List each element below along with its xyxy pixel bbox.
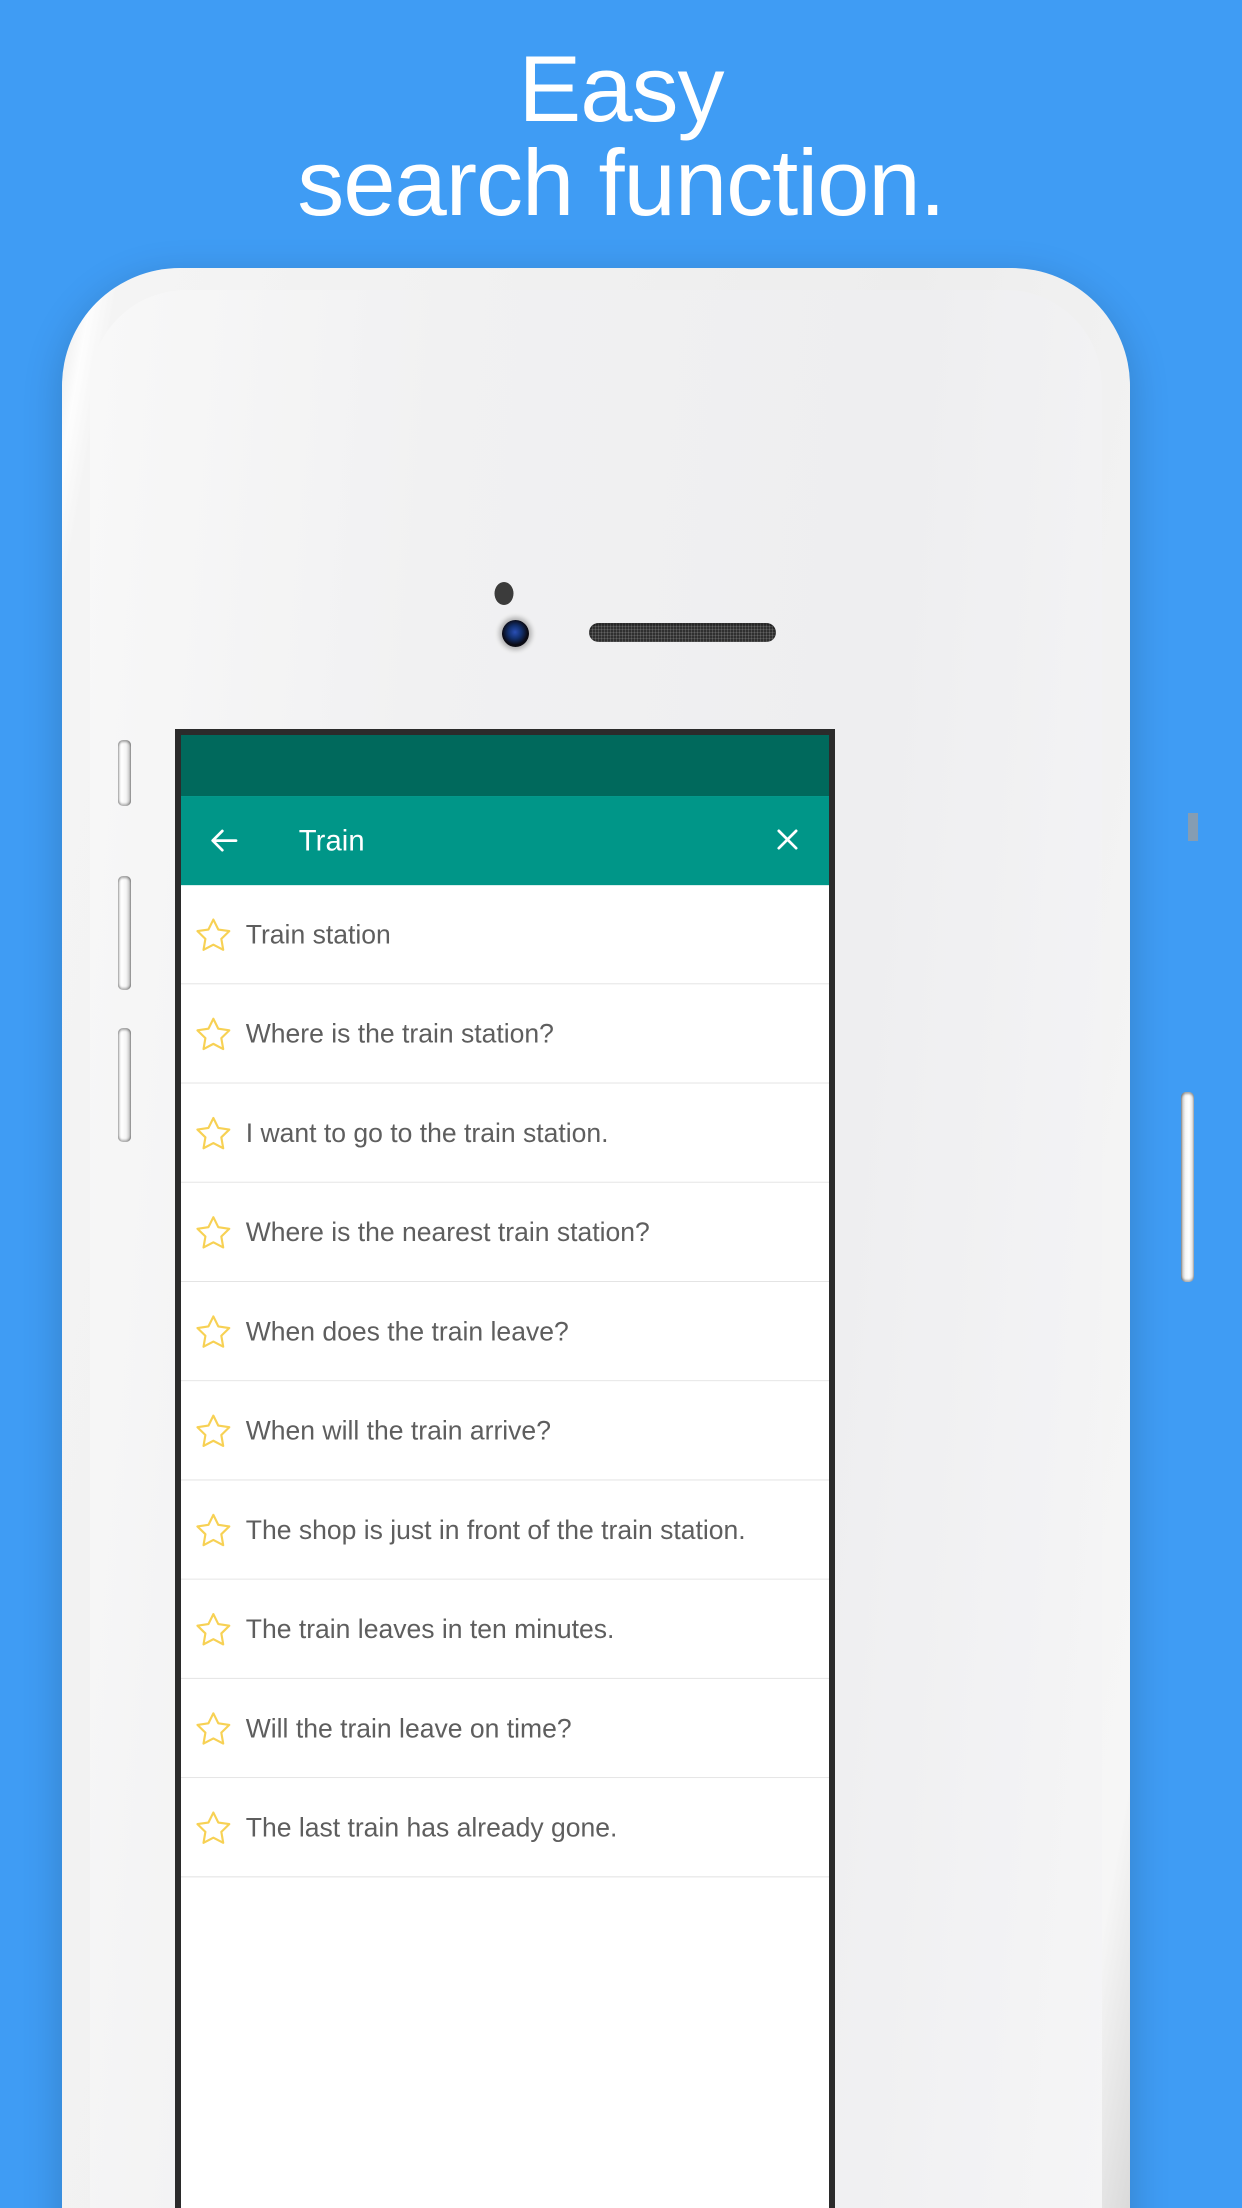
list-item[interactable]: Where is the train station?: [181, 984, 829, 1084]
list-item[interactable]: When will the train arrive?: [181, 1381, 829, 1481]
list-item-label: When does the train leave?: [245, 1316, 569, 1346]
list-item[interactable]: Where is the nearest train station?: [181, 1182, 829, 1283]
phone-screen: Train Train station Where is the train st…: [175, 729, 835, 2208]
favorite-star-button[interactable]: [181, 1213, 246, 1251]
list-item[interactable]: Will the train leave on time?: [181, 1678, 829, 1779]
list-item-label: Where is the train station?: [245, 1018, 554, 1049]
front-camera-icon: [502, 620, 529, 647]
antenna-band: [1188, 813, 1198, 841]
back-button[interactable]: [209, 824, 242, 857]
favorite-star-button[interactable]: [181, 1808, 246, 1846]
list-item-label: Will the train leave on time?: [245, 1713, 572, 1743]
star-outline-icon: [194, 1709, 232, 1747]
list-item-label: The train leaves in ten minutes.: [245, 1613, 615, 1644]
list-item-label: I want to go to the train station.: [245, 1117, 609, 1148]
favorite-star-button[interactable]: [181, 915, 246, 953]
promo-headline: Easy search function.: [297, 36, 946, 235]
list-item-label: Train station: [245, 919, 391, 950]
star-outline-icon: [194, 915, 232, 953]
status-bar: [181, 735, 829, 797]
list-item[interactable]: I want to go to the train station.: [181, 1083, 829, 1183]
star-outline-icon: [194, 1114, 232, 1152]
list-item-label: The last train has already gone.: [245, 1812, 618, 1843]
favorite-star-button[interactable]: [181, 1610, 246, 1648]
app-bar: Train: [181, 796, 829, 886]
earpiece-speaker-icon: [589, 623, 776, 642]
star-outline-icon: [194, 1312, 232, 1350]
favorite-star-button[interactable]: [181, 1312, 246, 1350]
list-item-label: The shop is just in front of the train s…: [245, 1514, 746, 1545]
list-item[interactable]: The last train has already gone.: [181, 1778, 829, 1878]
star-outline-icon: [194, 1213, 232, 1251]
phone-mockup: Train Train station Where is the train st…: [62, 268, 1198, 2208]
list-item-label: Where is the nearest train station?: [245, 1217, 650, 1247]
list-item-label: When will the train arrive?: [245, 1415, 551, 1446]
list-item[interactable]: The shop is just in front of the train s…: [181, 1480, 829, 1580]
arrow-left-icon: [209, 824, 242, 857]
star-outline-icon: [194, 1610, 232, 1648]
star-outline-icon: [194, 1411, 232, 1449]
favorite-star-button[interactable]: [181, 1510, 246, 1548]
close-button[interactable]: [771, 824, 804, 857]
favorite-star-button[interactable]: [181, 1411, 246, 1449]
proximity-sensor-icon: [494, 582, 514, 605]
list-item[interactable]: Train station: [181, 885, 829, 985]
favorite-star-button[interactable]: [181, 1114, 246, 1152]
star-outline-icon: [194, 1510, 232, 1548]
close-icon: [773, 824, 803, 856]
star-outline-icon: [194, 1808, 232, 1846]
volume-down-button[interactable]: [118, 1028, 131, 1142]
list-item[interactable]: When does the train leave?: [181, 1282, 829, 1382]
favorite-star-button[interactable]: [181, 1709, 246, 1747]
favorite-star-button[interactable]: [181, 1014, 246, 1052]
star-outline-icon: [194, 1014, 232, 1052]
search-results-list: Train station Where is the train station?…: [181, 885, 829, 1878]
power-button[interactable]: [1181, 1092, 1194, 1282]
list-item[interactable]: The train leaves in ten minutes.: [181, 1579, 829, 1679]
page-title: Train: [298, 824, 365, 858]
silent-switch-button[interactable]: [118, 740, 131, 806]
volume-up-button[interactable]: [118, 876, 131, 990]
